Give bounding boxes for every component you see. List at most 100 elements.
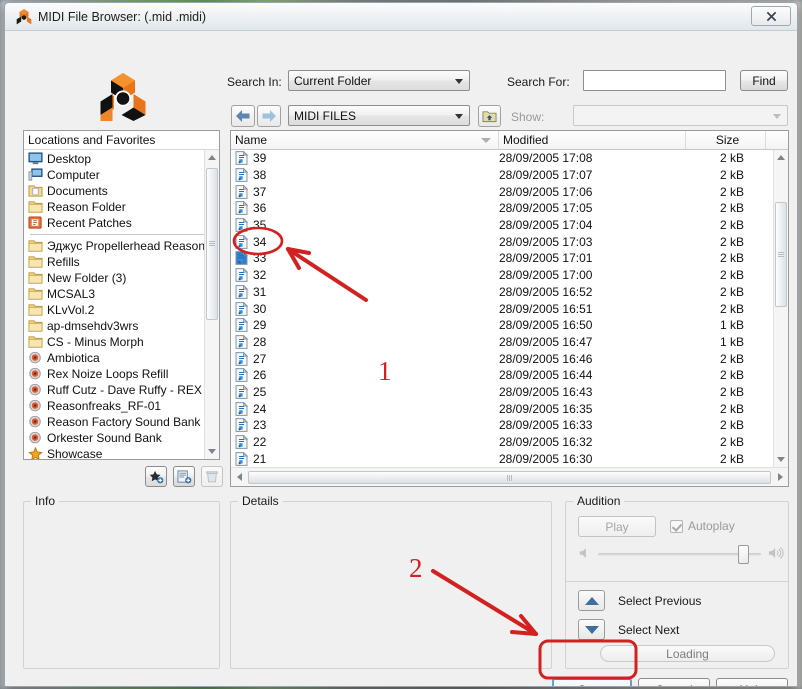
refill-icon bbox=[28, 399, 43, 413]
sidebar-list[interactable]: Desktop Computer Documents Reason Folder Rec… bbox=[24, 150, 219, 459]
file-modified-cell: 28/09/2005 17:08 bbox=[499, 151, 593, 166]
scroll-right-button[interactable] bbox=[772, 469, 788, 486]
sidebar-item[interactable]: Ruff Cutz - Dave Ruffy - REX C... bbox=[24, 382, 219, 398]
column-header-size[interactable]: Size bbox=[686, 131, 766, 149]
table-row[interactable]: 26 28/09/2005 16:44 2 kB bbox=[231, 367, 788, 384]
autoplay-checkbox[interactable]: Autoplay bbox=[670, 519, 735, 533]
sidebar-item[interactable]: KLvVol.2 bbox=[24, 302, 219, 318]
find-button[interactable]: Find bbox=[740, 70, 788, 91]
scrollbar-thumb[interactable] bbox=[206, 168, 218, 320]
table-row[interactable]: 29 28/09/2005 16:50 1 kB bbox=[231, 317, 788, 334]
up-folder-button[interactable] bbox=[478, 105, 501, 127]
midi-file-icon bbox=[235, 184, 249, 199]
table-row[interactable]: 35 28/09/2005 17:04 2 kB bbox=[231, 217, 788, 234]
midi-file-icon bbox=[235, 250, 249, 266]
new-folder-button[interactable] bbox=[173, 466, 195, 487]
path-value: MIDI FILES bbox=[294, 108, 357, 123]
table-row[interactable]: 24 28/09/2005 16:35 2 kB bbox=[231, 400, 788, 417]
sidebar-item-label: Computer bbox=[47, 168, 100, 182]
reason-logo-large-icon bbox=[100, 73, 146, 121]
path-combo[interactable]: MIDI FILES bbox=[288, 105, 470, 126]
table-row[interactable]: 25 28/09/2005 16:43 2 kB bbox=[231, 384, 788, 401]
sidebar-item[interactable]: Эджус Propellerhead Reason ... bbox=[24, 238, 219, 254]
table-row[interactable]: 34 28/09/2005 17:03 2 kB bbox=[231, 233, 788, 250]
table-row[interactable]: 21 28/09/2005 16:30 2 kB bbox=[231, 450, 788, 467]
file-modified-cell: 28/09/2005 17:01 bbox=[499, 251, 593, 266]
select-next-button[interactable] bbox=[578, 619, 605, 640]
scroll-up-button[interactable] bbox=[774, 150, 788, 165]
file-name-cell: 39 bbox=[231, 150, 499, 165]
sidebar-item[interactable]: Reason Folder bbox=[24, 199, 219, 215]
table-row[interactable]: 36 28/09/2005 17:05 2 kB bbox=[231, 200, 788, 217]
sidebar-item[interactable]: CS - Minus Morph bbox=[24, 334, 219, 350]
volume-slider-thumb[interactable] bbox=[738, 545, 749, 564]
table-row[interactable]: 23 28/09/2005 16:33 2 kB bbox=[231, 417, 788, 434]
table-row[interactable]: 37 28/09/2005 17:06 2 kB bbox=[231, 183, 788, 200]
file-rows[interactable]: 39 28/09/2005 17:08 2 kB 38 28/09/2005 17:07… bbox=[231, 150, 788, 467]
back-button[interactable] bbox=[231, 105, 255, 127]
table-row[interactable]: 27 28/09/2005 16:46 2 kB bbox=[231, 350, 788, 367]
sidebar-item-label: ap-dmsehdv3wrs bbox=[47, 319, 139, 333]
sidebar-item[interactable]: ap-dmsehdv3wrs bbox=[24, 318, 219, 334]
column-header-name[interactable]: Name bbox=[231, 131, 499, 149]
table-row[interactable]: 30 28/09/2005 16:51 2 kB bbox=[231, 300, 788, 317]
sidebar-item[interactable]: Reason Factory Sound Bank bbox=[24, 414, 219, 430]
sidebar-item[interactable]: MCSAL3 bbox=[24, 286, 219, 302]
scrollbar-thumb[interactable] bbox=[775, 202, 787, 307]
show-combo[interactable] bbox=[573, 105, 788, 126]
file-name-label: 30 bbox=[253, 301, 267, 316]
file-list-scrollbar[interactable] bbox=[773, 150, 788, 467]
table-row[interactable]: 38 28/09/2005 17:07 2 kB bbox=[231, 167, 788, 184]
midi-file-icon bbox=[235, 417, 249, 433]
triangle-up-icon bbox=[584, 596, 599, 605]
play-button[interactable]: Play bbox=[578, 516, 656, 537]
sidebar-item[interactable]: Documents bbox=[24, 183, 219, 199]
add-favorite-button[interactable] bbox=[145, 466, 167, 487]
file-name-cell: 26 bbox=[231, 367, 499, 382]
file-name-cell: 36 bbox=[231, 200, 499, 215]
scroll-down-button[interactable] bbox=[205, 444, 219, 459]
sidebar-item[interactable]: Ambiotica bbox=[24, 350, 219, 366]
sidebar-item[interactable]: Orkester Sound Bank bbox=[24, 430, 219, 446]
triangle-down-icon bbox=[208, 449, 216, 454]
sidebar-item[interactable]: Rex Noize Loops Refill bbox=[24, 366, 219, 382]
scroll-up-button[interactable] bbox=[205, 150, 219, 165]
table-row[interactable]: 39 28/09/2005 17:08 2 kB bbox=[231, 150, 788, 167]
volume-slider-track[interactable] bbox=[598, 553, 761, 556]
search-for-input[interactable] bbox=[583, 70, 726, 91]
sidebar-item[interactable]: Showcase bbox=[24, 446, 219, 459]
sidebar-item[interactable]: Reasonfreaks_RF-01 bbox=[24, 398, 219, 414]
file-name-label: 24 bbox=[253, 401, 267, 416]
help-button[interactable]: Help bbox=[716, 678, 788, 686]
sidebar-scrollbar[interactable] bbox=[204, 150, 219, 459]
sidebar-item[interactable]: Refills bbox=[24, 254, 219, 270]
column-header-modified[interactable]: Modified bbox=[499, 131, 686, 149]
title-bar: MIDI File Browser: (.mid .midi) bbox=[5, 3, 797, 31]
file-size-cell: 2 kB bbox=[719, 151, 744, 166]
table-row[interactable]: 28 28/09/2005 16:47 1 kB bbox=[231, 334, 788, 351]
file-name-label: 29 bbox=[253, 318, 267, 333]
sidebar-item[interactable]: Recent Patches bbox=[24, 215, 219, 231]
file-name-label: 32 bbox=[253, 268, 267, 283]
column-header-filler bbox=[766, 131, 788, 149]
table-row[interactable]: 22 28/09/2005 16:32 2 kB bbox=[231, 434, 788, 451]
sidebar-item[interactable]: Desktop bbox=[24, 151, 219, 167]
hscrollbar-thumb[interactable] bbox=[248, 470, 771, 484]
table-row[interactable]: 31 28/09/2005 16:52 2 kB bbox=[231, 284, 788, 301]
scroll-left-button[interactable] bbox=[231, 469, 247, 486]
column-label-name: Name bbox=[235, 133, 268, 147]
close-button[interactable] bbox=[751, 6, 791, 26]
table-row[interactable]: 33 28/09/2005 17:01 2 kB bbox=[231, 250, 788, 267]
select-previous-button[interactable] bbox=[578, 590, 605, 611]
forward-button[interactable] bbox=[257, 105, 281, 127]
sidebar-item[interactable]: Computer bbox=[24, 167, 219, 183]
triangle-up-icon bbox=[777, 155, 785, 160]
table-row[interactable]: 32 28/09/2005 17:00 2 kB bbox=[231, 267, 788, 284]
sidebar-item[interactable]: New Folder (3) bbox=[24, 270, 219, 286]
open-button[interactable]: Open bbox=[552, 678, 632, 686]
file-list-hscrollbar[interactable] bbox=[231, 467, 788, 486]
cancel-button[interactable]: Cancel bbox=[638, 678, 710, 686]
scroll-down-button[interactable] bbox=[774, 452, 788, 467]
audition-panel: Audition Play Autoplay Select Previous S… bbox=[565, 494, 789, 669]
search-in-combo[interactable]: Current Folder bbox=[288, 70, 470, 91]
